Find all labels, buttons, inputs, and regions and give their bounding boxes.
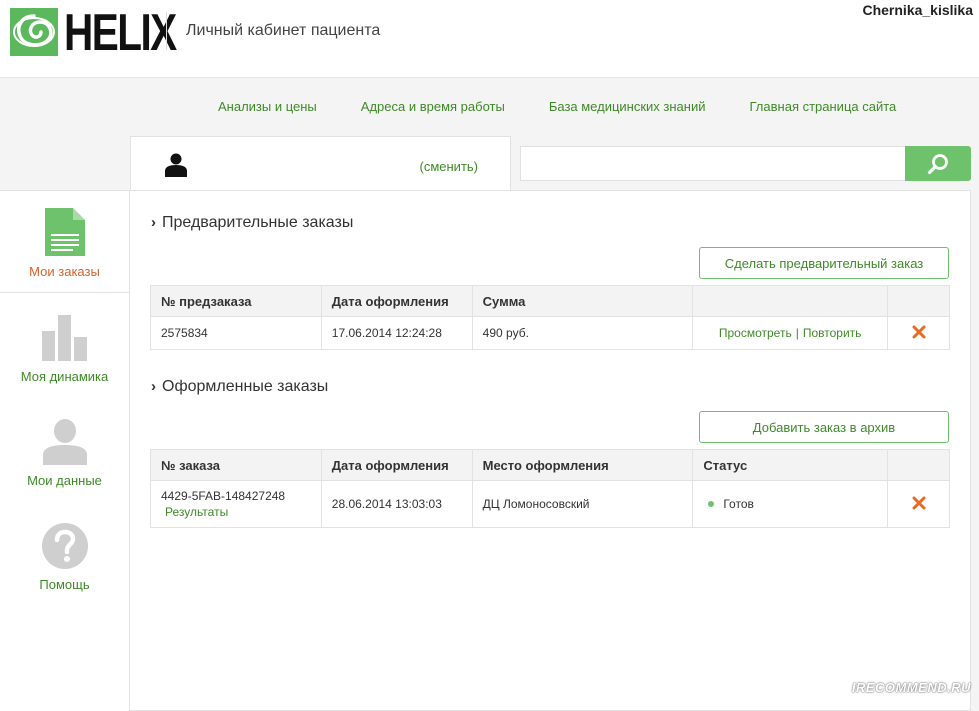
- column-header: Сумма: [471, 285, 694, 317]
- sidebar-item-label: Моя динамика: [20, 369, 109, 384]
- column-header: Статус: [692, 449, 889, 481]
- preorder-number: 2575834: [150, 316, 322, 350]
- search-icon: [927, 153, 948, 174]
- helix-logo-mark-icon: [10, 8, 58, 56]
- add-to-archive-button[interactable]: Добавить заказ в архив: [699, 411, 949, 443]
- view-preorder-link[interactable]: Просмотреть: [719, 326, 792, 340]
- section-title-orders[interactable]: › Оформленные заказы: [151, 378, 328, 396]
- change-user-link[interactable]: (сменить): [420, 159, 479, 174]
- header: HELIX Личный кабинет пациента Chernika_k…: [0, 0, 979, 78]
- helix-logo[interactable]: HELIX: [10, 5, 177, 61]
- username[interactable]: Chernika_kislika: [862, 2, 973, 18]
- column-header: № заказа: [150, 449, 322, 481]
- chevron-right-icon: ›: [151, 378, 156, 395]
- table-header-row: № заказа Дата оформления Место оформлени…: [150, 449, 950, 481]
- column-header: [887, 449, 950, 481]
- logo-text: HELIX: [64, 4, 177, 62]
- person-icon: [42, 419, 87, 465]
- action-separator: |: [795, 326, 799, 340]
- header-divider: [166, 12, 167, 50]
- delete-cell: [887, 480, 950, 528]
- nav-link-analyses[interactable]: Анализы и цены: [218, 99, 317, 114]
- page-title: Личный кабинет пациента: [186, 22, 381, 39]
- nav-link-main-page[interactable]: Главная страница сайта: [750, 99, 897, 114]
- table-row: 4429-5FAB-148427248 Результаты 28.06.201…: [150, 480, 950, 528]
- user-icon: [165, 153, 187, 177]
- sidebar-item-label: Помощь: [39, 577, 90, 592]
- order-status-cell: Готов: [692, 480, 889, 528]
- status-dot-icon: [708, 500, 715, 507]
- order-results-link[interactable]: Результаты: [161, 504, 311, 520]
- column-header: [887, 285, 950, 317]
- table-row: 2575834 17.06.2014 12:24:28 490 руб. Про…: [150, 316, 950, 350]
- order-date: 28.06.2014 13:03:03: [320, 480, 473, 528]
- sidebar-item-my-data[interactable]: Мои данные: [0, 419, 129, 488]
- section-title-preorders[interactable]: › Предварительные заказы: [151, 214, 353, 232]
- column-header: Дата оформления: [320, 449, 473, 481]
- sidebar-item-my-dynamics[interactable]: Моя динамика: [0, 315, 129, 384]
- question-icon: [41, 523, 88, 569]
- preorder-sum: 490 руб.: [471, 316, 694, 350]
- order-status: Готов: [723, 497, 754, 511]
- order-number: 4429-5FAB-148427248: [161, 489, 286, 503]
- delete-cell: [887, 316, 950, 350]
- watermark: IRECOMMEND.RU: [851, 680, 971, 695]
- chevron-right-icon: ›: [151, 214, 156, 231]
- column-header: № предзаказа: [150, 285, 322, 317]
- sidebar-item-help[interactable]: Помощь: [0, 523, 129, 592]
- nav-link-addresses[interactable]: Адреса и время работы: [361, 99, 505, 114]
- main-content: › Предварительные заказы Сделать предвари…: [130, 190, 971, 711]
- make-preorder-button[interactable]: Сделать предварительный заказ: [699, 247, 949, 279]
- document-icon: [44, 208, 85, 256]
- nav-link-knowledge-base[interactable]: База медицинских знаний: [549, 99, 706, 114]
- table-header-row: № предзаказа Дата оформления Сумма: [150, 285, 950, 317]
- sidebar-item-label: Мои заказы: [29, 264, 100, 279]
- repeat-preorder-link[interactable]: Повторить: [803, 326, 862, 340]
- delete-order-icon[interactable]: [912, 496, 926, 510]
- top-navigation: Анализы и цены Адреса и время работы Баз…: [218, 99, 940, 114]
- search-input[interactable]: [520, 146, 906, 181]
- column-header: Дата оформления: [320, 285, 473, 317]
- order-number-cell: 4429-5FAB-148427248 Результаты: [150, 480, 322, 528]
- delete-preorder-icon[interactable]: [912, 325, 926, 339]
- sidebar: Мои заказы Моя динамика Мои данные Помощ…: [0, 190, 130, 711]
- sidebar-item-my-orders[interactable]: Мои заказы: [0, 191, 129, 293]
- column-header: [692, 285, 889, 317]
- order-place: ДЦ Ломоносовский: [471, 480, 694, 528]
- orders-table: № заказа Дата оформления Место оформлени…: [150, 449, 950, 528]
- user-tab: (сменить): [130, 136, 511, 192]
- search-button[interactable]: [905, 146, 971, 181]
- column-header: Место оформления: [471, 449, 694, 481]
- preorders-table: № предзаказа Дата оформления Сумма 25758…: [150, 285, 950, 350]
- sidebar-item-label: Мои данные: [27, 473, 102, 488]
- preorder-date: 17.06.2014 12:24:28: [320, 316, 473, 350]
- bar-chart-icon: [41, 315, 87, 361]
- preorder-actions: Просмотреть | Повторить: [692, 316, 889, 350]
